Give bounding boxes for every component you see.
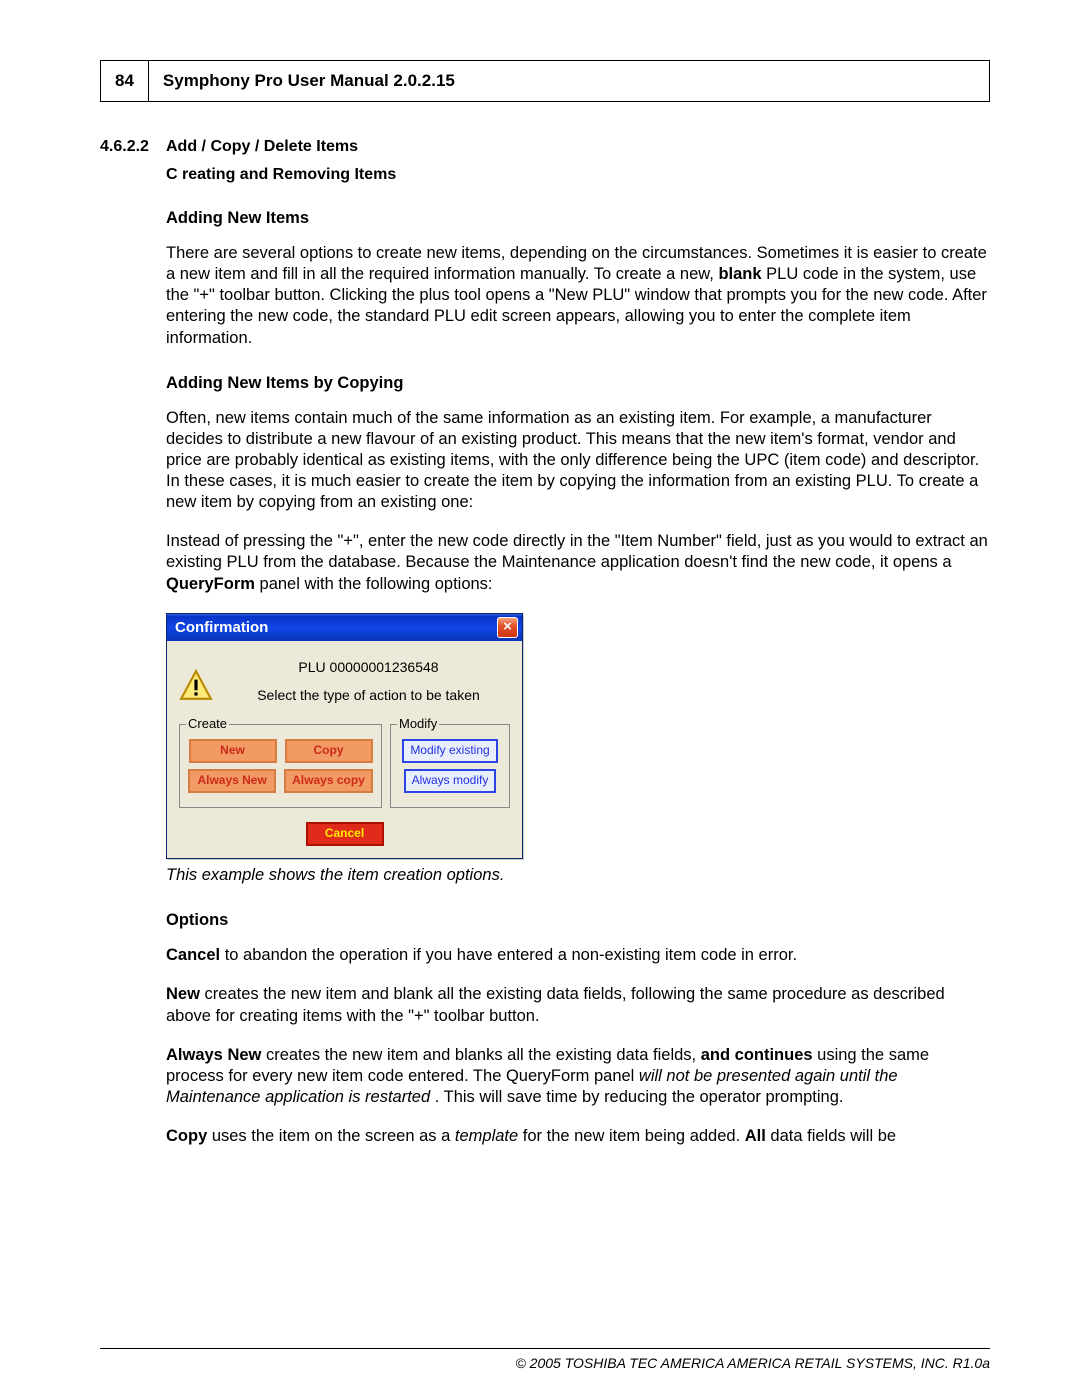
text-bold-and-continues: and continues <box>701 1046 813 1064</box>
document-title: Symphony Pro User Manual 2.0.2.15 <box>148 60 990 102</box>
page-header: 84 Symphony Pro User Manual 2.0.2.15 <box>100 60 990 102</box>
dialog-title: Confirmation <box>175 618 268 637</box>
warning-icon <box>179 669 213 703</box>
instruction-text: Select the type of action to be taken <box>227 687 510 705</box>
confirmation-dialog: Confirmation × PLU 00000001236548 Select… <box>166 613 523 859</box>
text: creates the new item and blank all the e… <box>166 985 945 1024</box>
section-title: Add / Copy / Delete Items <box>166 138 358 156</box>
para-adding-new: There are several options to create new … <box>166 243 990 349</box>
copy-button[interactable]: Copy <box>285 739 373 763</box>
para-option-cancel: Cancel to abandon the operation if you h… <box>166 945 990 966</box>
text: panel with the following options: <box>255 575 493 593</box>
modify-existing-button[interactable]: Modify existing <box>402 739 497 763</box>
text: . This will save time by reducing the op… <box>430 1088 843 1106</box>
footer-copyright: © 2005 TOSHIBA TEC AMERICA AMERICA RETAI… <box>515 1355 990 1371</box>
close-icon[interactable]: × <box>497 617 518 638</box>
text: Instead of pressing the "+", enter the n… <box>166 532 988 571</box>
text: creates the new item and blanks all the … <box>261 1046 700 1064</box>
text: for the new item being added. <box>518 1127 745 1145</box>
text-italic-template: template <box>455 1127 518 1145</box>
create-legend: Create <box>186 716 229 733</box>
document-page: 84 Symphony Pro User Manual 2.0.2.15 4.6… <box>0 0 1080 1397</box>
heading-adding-by-copying: Adding New Items by Copying <box>166 373 990 394</box>
text: uses the item on the screen as a <box>207 1127 455 1145</box>
section-number: 4.6.2.2 <box>100 138 166 156</box>
footer-divider <box>100 1348 990 1349</box>
para-copy-1: Often, new items contain much of the sam… <box>166 408 990 514</box>
section-subtitle: C reating and Removing Items <box>166 166 990 184</box>
para-option-new: New creates the new item and blank all t… <box>166 984 990 1026</box>
text-bold-all: All <box>745 1127 766 1145</box>
modify-group: Modify Modify existing Always modify <box>390 716 510 808</box>
always-copy-button[interactable]: Always copy <box>284 769 373 793</box>
modify-legend: Modify <box>397 716 439 733</box>
text: to abandon the operation if you have ent… <box>220 946 797 964</box>
content-column: Adding New Items There are several optio… <box>166 208 990 1147</box>
text: data fields will be <box>766 1127 896 1145</box>
button-groups-row: Create New Copy Always New Always copy M… <box>179 716 510 808</box>
text-bold-blank: blank <box>718 265 761 283</box>
figure-caption: This example shows the item creation opt… <box>166 865 990 886</box>
new-button[interactable]: New <box>189 739 277 763</box>
opt-cancel-label: Cancel <box>166 946 220 964</box>
opt-copy-label: Copy <box>166 1127 207 1145</box>
page-number: 84 <box>100 60 148 102</box>
cancel-row: Cancel <box>179 822 510 846</box>
opt-always-new-label: Always New <box>166 1046 261 1064</box>
section-heading-row: 4.6.2.2 Add / Copy / Delete Items <box>100 138 990 156</box>
dialog-message: PLU 00000001236548 Select the type of ac… <box>227 659 510 705</box>
para-copy-2: Instead of pressing the "+", enter the n… <box>166 531 990 594</box>
text-bold-queryform: QueryForm <box>166 575 255 593</box>
dialog-titlebar: Confirmation × <box>167 614 522 641</box>
cancel-button[interactable]: Cancel <box>306 822 384 846</box>
heading-options: Options <box>166 910 990 931</box>
create-group: Create New Copy Always New Always copy <box>179 716 382 808</box>
heading-adding-new-items: Adding New Items <box>166 208 990 229</box>
plu-code-text: PLU 00000001236548 <box>227 659 510 677</box>
para-option-copy: Copy uses the item on the screen as a te… <box>166 1126 990 1147</box>
opt-new-label: New <box>166 985 200 1003</box>
always-modify-button[interactable]: Always modify <box>404 769 497 793</box>
dialog-message-row: PLU 00000001236548 Select the type of ac… <box>179 659 510 705</box>
always-new-button[interactable]: Always New <box>188 769 276 793</box>
dialog-body: PLU 00000001236548 Select the type of ac… <box>167 641 522 858</box>
para-option-always-new: Always New creates the new item and blan… <box>166 1045 990 1108</box>
